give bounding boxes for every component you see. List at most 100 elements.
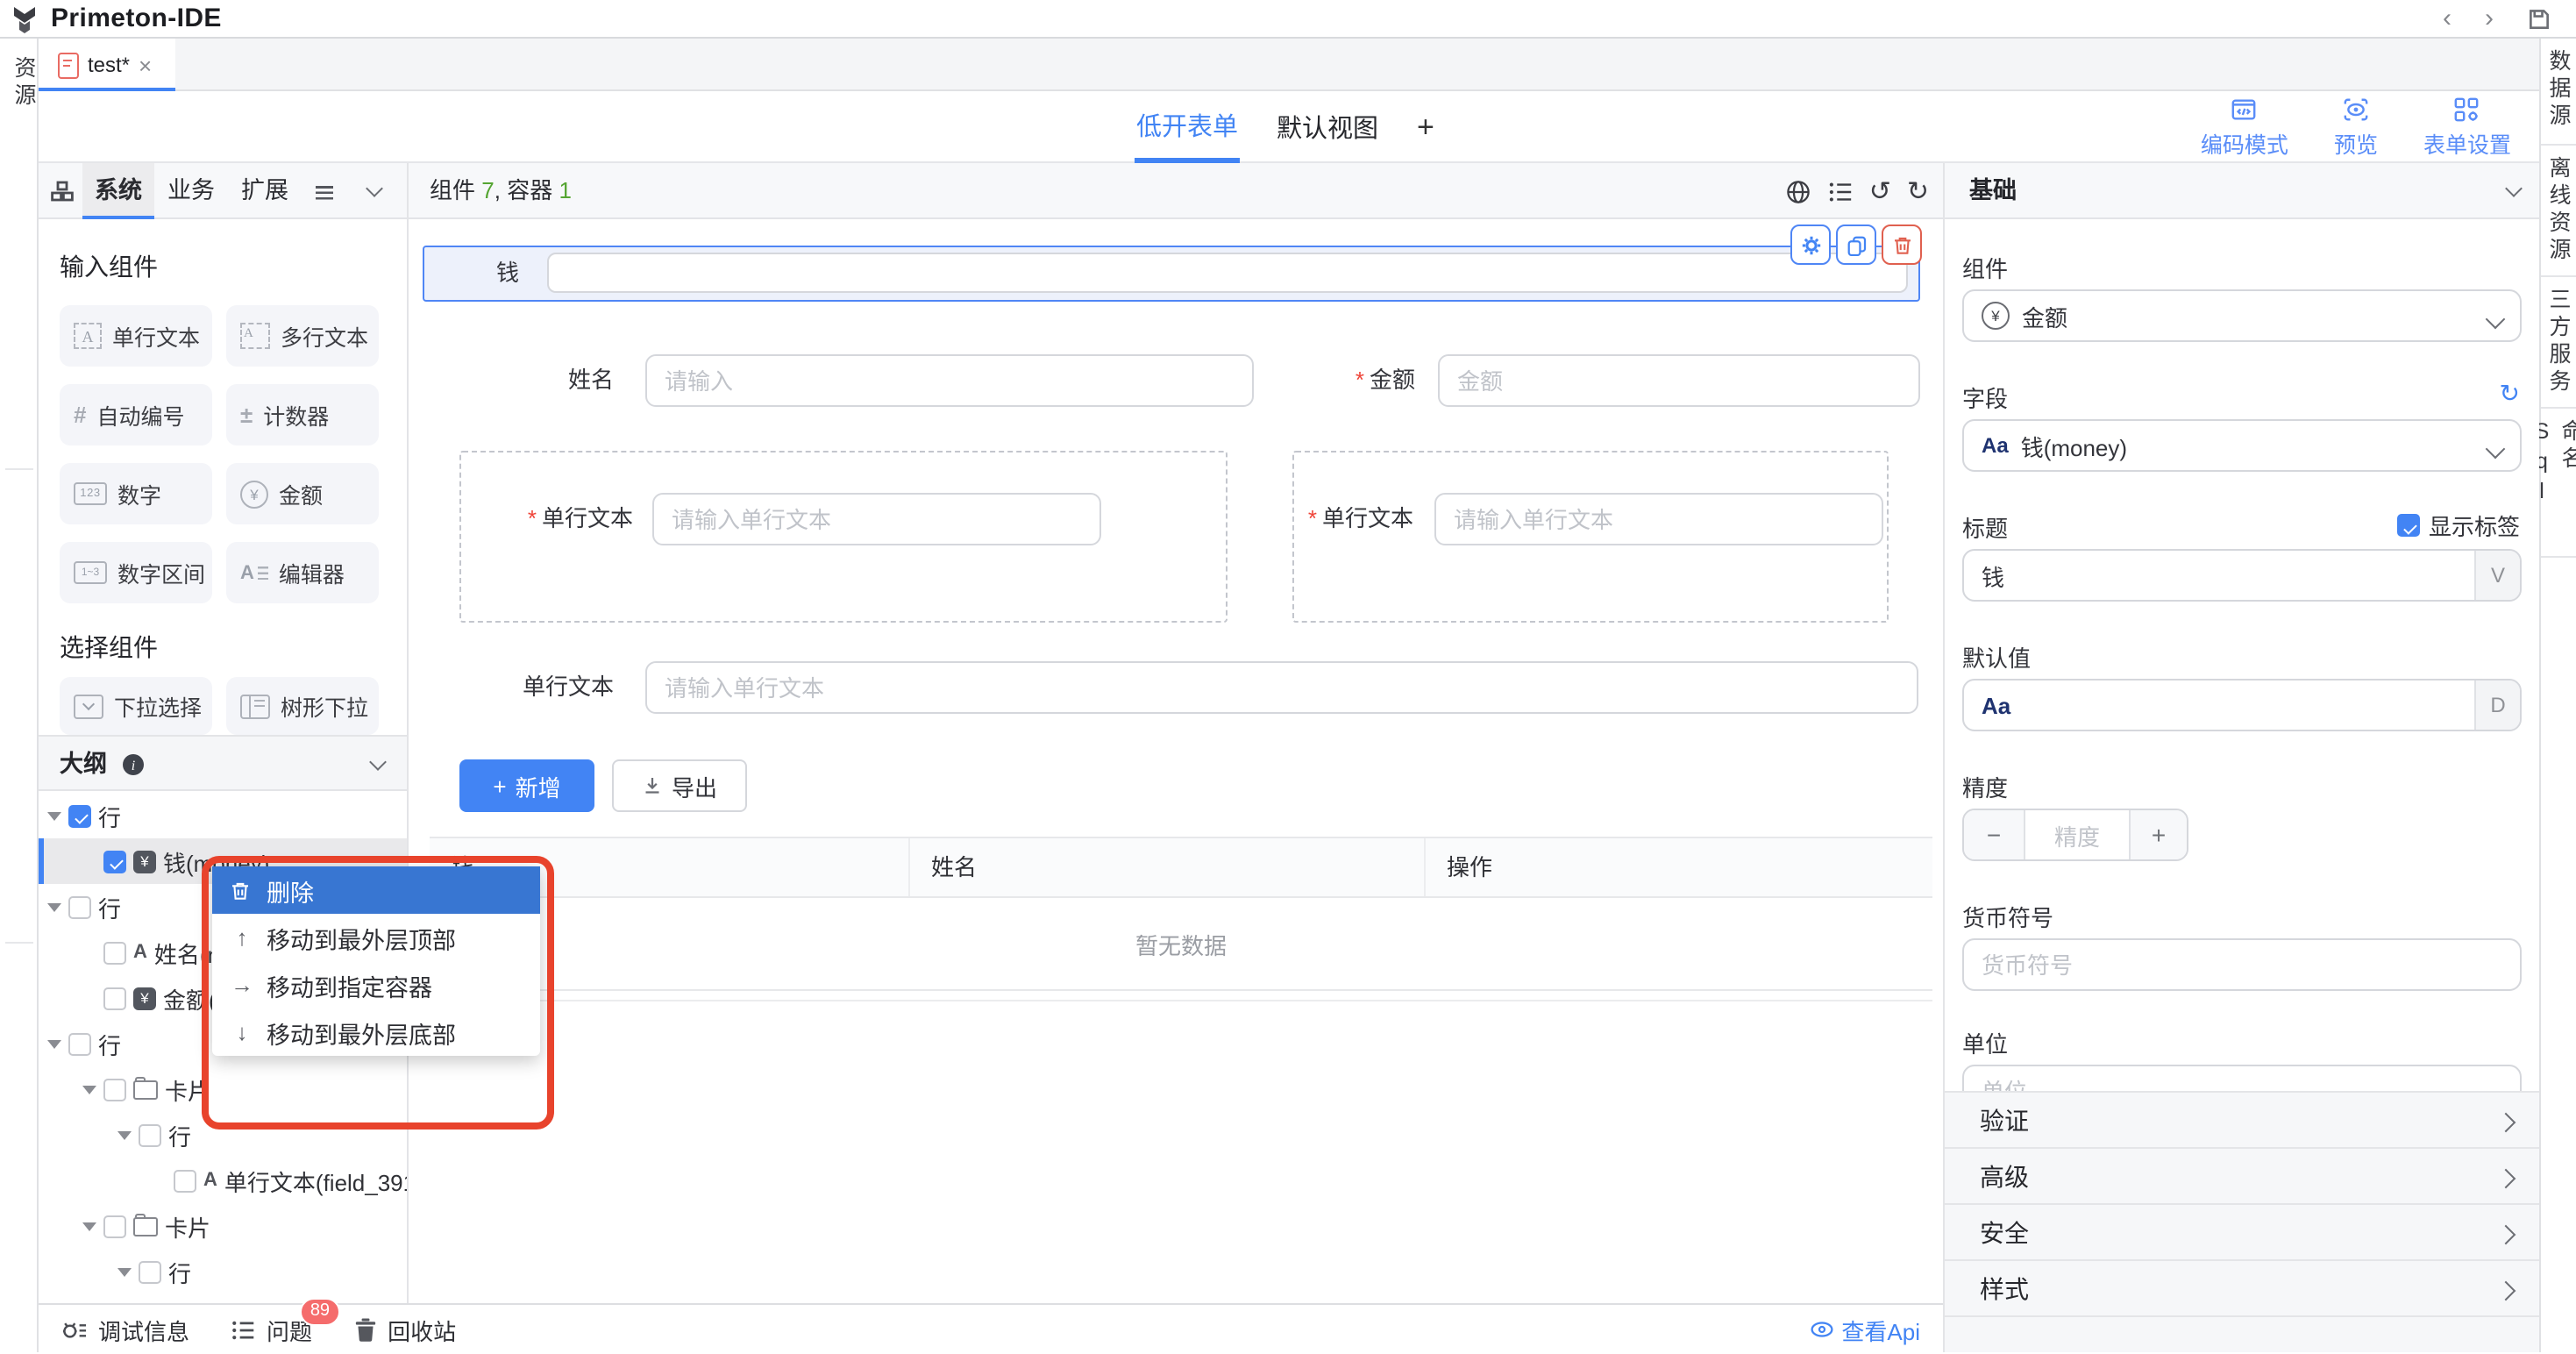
menu-item-move-to-top[interactable]: ↑ 移动到最外层顶部	[212, 914, 540, 961]
menu-item-move-to-bottom[interactable]: ↓ 移动到最外层底部	[212, 1008, 540, 1056]
component-select[interactable]: ¥ 金额	[1962, 289, 2522, 342]
selected-money-field[interactable]: 钱	[423, 246, 1920, 302]
component-item-counter[interactable]: ± 计数器	[226, 384, 379, 445]
right-rail-item-datasource[interactable]: 数据源	[2541, 39, 2576, 146]
outline-header[interactable]: 大纲 i	[39, 735, 409, 791]
tree-row-card1-row[interactable]: 行	[39, 1112, 409, 1158]
input-text2[interactable]	[1434, 493, 1883, 545]
precision-input[interactable]: 精度	[2025, 810, 2129, 859]
code-mode-button[interactable]: 编码模式	[2201, 96, 2288, 160]
increment-button[interactable]: +	[2129, 810, 2187, 859]
component-item-auto-number[interactable]: # 自动编号	[60, 384, 212, 445]
section-security[interactable]: 安全	[1945, 1203, 2539, 1261]
menu-item-move-to-container[interactable]: → 移动到指定容器	[212, 961, 540, 1008]
redo-icon[interactable]: ↻	[1907, 178, 1929, 204]
tree-row-card2[interactable]: 卡片	[39, 1203, 409, 1249]
tree-checkbox[interactable]	[103, 1215, 126, 1237]
show-label-checkbox[interactable]	[2397, 514, 2420, 537]
component-item-tree-dropdown[interactable]: 树形下拉	[226, 677, 379, 735]
properties-collapse-icon[interactable]	[2505, 180, 2523, 197]
outline-collapse-icon[interactable]	[369, 753, 387, 771]
field-select[interactable]: Aa 钱(money)	[1962, 419, 2522, 472]
decrement-button[interactable]: −	[1964, 810, 2025, 859]
right-rail-item-named-sql[interactable]: 命名Sql	[2541, 409, 2576, 558]
field-delete-button[interactable]	[1882, 224, 1922, 265]
tree-checkbox[interactable]	[103, 987, 126, 1009]
tree-row-card1[interactable]: 卡片	[39, 1066, 409, 1112]
component-item-single-line-text[interactable]: A 单行文本	[60, 305, 212, 367]
selected-field-input[interactable]	[547, 253, 1908, 292]
section-advanced[interactable]: 高级	[1945, 1147, 2539, 1205]
caret-down-icon[interactable]	[82, 1085, 96, 1094]
tree-checkbox[interactable]	[68, 895, 91, 918]
caret-down-icon[interactable]	[47, 811, 61, 820]
component-panel-collapse-icon[interactable]	[366, 180, 383, 197]
component-tab-system[interactable]: 系统	[82, 163, 154, 219]
caret-down-icon[interactable]	[82, 1222, 96, 1230]
component-item-multi-line-text[interactable]: A 多行文本	[226, 305, 379, 367]
component-item-dropdown-select[interactable]: 下拉选择	[60, 677, 212, 735]
refresh-field-icon[interactable]: ↻	[2500, 381, 2520, 405]
component-tab-business[interactable]: 业务	[165, 163, 217, 219]
card-container-left[interactable]: *单行文本	[459, 451, 1228, 623]
tree-checkbox[interactable]	[139, 1260, 161, 1283]
input-text1[interactable]	[652, 493, 1101, 545]
add-view-button[interactable]: +	[1415, 91, 1436, 163]
add-row-button[interactable]: +新增	[459, 759, 594, 812]
field-copy-button[interactable]	[1836, 224, 1876, 265]
caret-down-icon[interactable]	[117, 1267, 132, 1276]
view-api-link[interactable]: 查看Api	[1810, 1305, 1920, 1354]
globe-icon[interactable]	[1785, 178, 1811, 204]
tree-checkbox[interactable]	[103, 1078, 126, 1101]
caret-down-icon[interactable]	[117, 1130, 132, 1139]
tree-checkbox[interactable]	[174, 1169, 196, 1192]
nav-back-icon[interactable]: ‹	[2443, 0, 2451, 39]
component-library-icon[interactable]	[51, 181, 74, 202]
component-item-number-range[interactable]: 1~3 数字区间	[60, 542, 212, 603]
default-value-addon-d[interactable]: D	[2474, 681, 2520, 730]
left-rail-item-resources[interactable]: 资源	[7, 56, 40, 110]
right-rail-item-offline-resources[interactable]: 离线资源	[2541, 146, 2576, 277]
save-icon[interactable]	[2527, 7, 2551, 32]
tree-checkbox-checked[interactable]	[68, 804, 91, 827]
tree-row-card2-row[interactable]: 行	[39, 1249, 409, 1294]
component-tab-extension[interactable]: 扩展	[238, 163, 291, 219]
tab-test[interactable]: test* ×	[39, 39, 175, 91]
component-item-amount[interactable]: ¥ 金额	[226, 463, 379, 524]
default-value-input[interactable]: Aa	[1964, 681, 2474, 730]
nav-forward-icon[interactable]: ›	[2485, 0, 2494, 39]
caret-down-icon[interactable]	[47, 1039, 61, 1048]
tree-row-text-field[interactable]: A 单行文本(field_391	[39, 1158, 409, 1203]
component-item-editor[interactable]: A 编辑器	[226, 542, 379, 603]
show-label-checkbox-row[interactable]: 显示标签	[2397, 509, 2520, 542]
section-style[interactable]: 样式	[1945, 1259, 2539, 1317]
tree-checkbox[interactable]	[68, 1032, 91, 1055]
input-text3[interactable]	[645, 661, 1918, 714]
tab-default-view[interactable]: 默认视图	[1275, 91, 1380, 163]
title-input[interactable]: 钱	[1964, 551, 2474, 600]
export-button[interactable]: 导出	[612, 759, 747, 812]
currency-symbol-input[interactable]	[1962, 938, 2522, 991]
column-header-actions[interactable]: 操作	[1426, 838, 1932, 896]
debug-info-button[interactable]: 调试信息	[61, 1313, 189, 1346]
caret-down-icon[interactable]	[47, 902, 61, 911]
tab-lowcode-form[interactable]: 低开表单	[1135, 91, 1240, 163]
card-container-right[interactable]: *单行文本	[1292, 451, 1889, 623]
section-validation[interactable]: 验证	[1945, 1091, 2539, 1149]
tree-checkbox[interactable]	[103, 941, 126, 964]
recycle-bin-button[interactable]: 回收站	[354, 1313, 456, 1346]
properties-header[interactable]: 基础	[1945, 163, 2539, 219]
field-settings-icon[interactable]	[1827, 178, 1854, 204]
field-settings-gear-button[interactable]	[1790, 224, 1831, 265]
undo-icon[interactable]: ↺	[1869, 178, 1891, 204]
preview-button[interactable]: 预览	[2334, 96, 2378, 160]
tree-checkbox-checked[interactable]	[103, 850, 126, 873]
menu-item-delete[interactable]: 删除	[212, 866, 540, 914]
title-addon-v[interactable]: V	[2474, 551, 2520, 600]
form-settings-button[interactable]: 表单设置	[2423, 96, 2511, 160]
right-rail-item-third-party-services[interactable]: 三方服务	[2541, 277, 2576, 409]
tree-checkbox[interactable]	[139, 1123, 161, 1146]
tab-close-icon[interactable]: ×	[139, 53, 152, 76]
column-header-name[interactable]: 姓名	[910, 838, 1426, 896]
problems-button[interactable]: 问题 89	[231, 1313, 312, 1346]
